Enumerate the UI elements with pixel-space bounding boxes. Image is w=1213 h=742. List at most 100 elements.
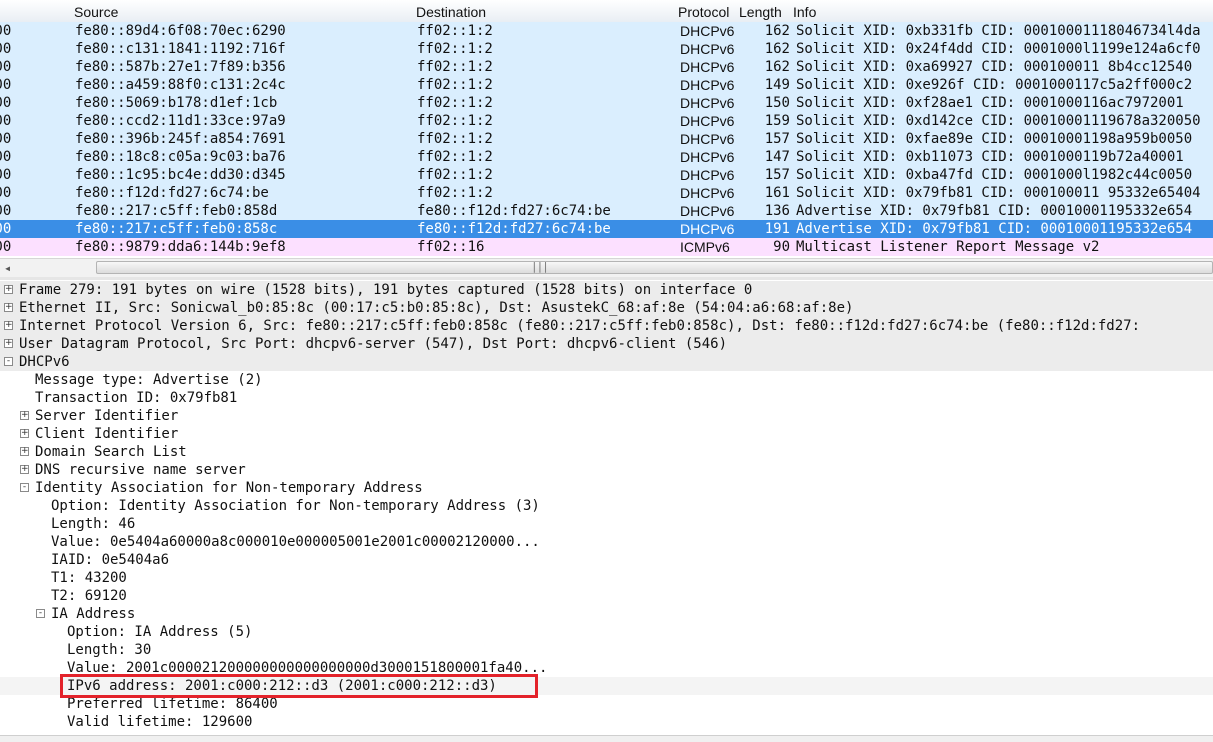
packet-source: fe80::18c8:c05a:9c03:ba76	[75, 149, 286, 165]
packet-number: 000	[0, 77, 12, 93]
detail-line[interactable]: + DNS recursive name server	[0, 461, 1213, 479]
packet-source: fe80::f12d:fd27:6c74:be	[75, 185, 269, 201]
detail-line[interactable]: Transaction ID: 0x79fb81	[0, 389, 1213, 407]
detail-line[interactable]: + Internet Protocol Version 6, Src: fe80:…	[0, 317, 1213, 335]
detail-line[interactable]: Value: 0e5404a60000a8c000010e000005001e2…	[0, 533, 1213, 551]
detail-line[interactable]: Option: Identity Association for Non-tem…	[0, 497, 1213, 515]
detail-text: User Datagram Protocol, Src Port: dhcpv6…	[19, 336, 728, 352]
packet-destination: ff02::1:2	[417, 41, 493, 57]
collapse-icon[interactable]: -	[36, 609, 45, 618]
packet-destination: fe80::f12d:fd27:6c74:be	[417, 203, 611, 219]
detail-line[interactable]: Valid lifetime: 129600	[0, 713, 1213, 731]
collapse-icon[interactable]: -	[4, 357, 13, 366]
detail-line[interactable]: + Server Identifier	[0, 407, 1213, 425]
detail-line[interactable]: Message type: Advertise (2)	[0, 371, 1213, 389]
packet-details-pane[interactable]: + Frame 279: 191 bytes on wire (1528 bits…	[0, 280, 1213, 735]
packet-row[interactable]: 000 fe80::f12d:fd27:6c74:be ff02::1:2 DHCPv…	[0, 184, 1213, 202]
column-destination-header[interactable]: Destination	[416, 4, 486, 20]
detail-line[interactable]: - Identity Association for Non-temporary …	[0, 479, 1213, 497]
detail-text: Domain Search List	[35, 444, 187, 460]
packet-number: 000	[0, 185, 12, 201]
packet-number: 000	[0, 203, 12, 219]
detail-text: IA Address	[51, 606, 136, 622]
packet-protocol: DHCPv6	[680, 59, 735, 75]
detail-text: Option: Identity Association for Non-tem…	[51, 498, 540, 514]
packet-rows: 000fe80::89d4:6f08:70ec:6290ff02::1:2DHC…	[0, 22, 1213, 256]
packet-row[interactable]: 000 fe80::587b:27e1:7f89:b356 ff02::1:2 DHC…	[0, 58, 1213, 76]
expand-icon[interactable]: +	[20, 465, 29, 474]
packet-info: Solicit XID: 0x24f4dd CID: 0001000l1199e…	[796, 41, 1201, 57]
packet-row[interactable]: 000 fe80::89d4:6f08:70ec:6290 ff02::1:2 DHC…	[0, 22, 1213, 40]
detail-line[interactable]: Length: 30	[0, 641, 1213, 659]
collapse-icon[interactable]: -	[20, 483, 29, 492]
detail-line[interactable]: T2: 69120	[0, 587, 1213, 605]
scroll-left-arrow-icon[interactable]: ◂	[4, 261, 11, 275]
packet-info: Solicit XID: 0xa69927 CID: 000100011 8b4…	[796, 59, 1193, 75]
detail-line[interactable]: - IA Address	[0, 605, 1213, 623]
packet-protocol: DHCPv6	[680, 185, 735, 201]
detail-text: T1: 43200	[51, 570, 127, 586]
expand-icon[interactable]: +	[4, 321, 13, 330]
detail-text: Valid lifetime: 129600	[67, 714, 253, 730]
packet-row[interactable]: 000 fe80::a459:88f0:c131:2c4c ff02::1:2 DHC…	[0, 76, 1213, 94]
packet-source: fe80::9879:dda6:144b:9ef8	[75, 239, 286, 255]
expand-icon[interactable]: +	[4, 303, 13, 312]
packet-row[interactable]: 000 fe80::5069:b178:d1ef:1cb ff02::1:2 DHCP…	[0, 94, 1213, 112]
detail-line[interactable]: + User Datagram Protocol, Src Port: dhcpv…	[0, 335, 1213, 353]
packet-info: Multicast Listener Report Message v2	[796, 239, 1100, 255]
expand-icon[interactable]: +	[20, 447, 29, 456]
column-source-header[interactable]: Source	[74, 4, 118, 20]
packet-info: Advertise XID: 0x79fb81 CID: 00010001195…	[796, 203, 1193, 219]
packet-destination: ff02::1:2	[417, 59, 493, 75]
packet-source: fe80::587b:27e1:7f89:b356	[75, 59, 286, 75]
packet-row-selected[interactable]: 000 fe80::217:c5ff:feb0:858c fe80::f12d:fd…	[0, 220, 1213, 238]
detail-line[interactable]: + Ethernet II, Src: Sonicwal_b0:85:8c (00…	[0, 299, 1213, 317]
packet-protocol: DHCPv6	[680, 23, 735, 39]
expand-icon[interactable]: +	[4, 339, 13, 348]
expand-icon[interactable]: +	[20, 411, 29, 420]
packet-list-hscrollbar[interactable]: ◂ |||	[0, 258, 1213, 278]
column-info-header[interactable]: Info	[793, 4, 816, 20]
packet-length: 191	[764, 221, 790, 237]
packet-row[interactable]: 000 fe80::9879:dda6:144b:9ef8 ff02::16 ICMP…	[0, 238, 1213, 256]
packet-row[interactable]: 000 fe80::18c8:c05a:9c03:ba76 ff02::1:2 DHC…	[0, 148, 1213, 166]
scrollbar-thumb[interactable]: |||	[96, 260, 1213, 274]
detail-text: Identity Association for Non-temporary A…	[35, 480, 423, 496]
detail-line[interactable]: Option: IA Address (5)	[0, 623, 1213, 641]
detail-line[interactable]: + Client Identifier	[0, 425, 1213, 443]
packet-length: 161	[764, 185, 790, 201]
packet-number: 000	[0, 41, 12, 57]
packet-source: fe80::5069:b178:d1ef:1cb	[75, 95, 278, 111]
detail-line[interactable]: IAID: 0e5404a6	[0, 551, 1213, 569]
packet-info: Solicit XID: 0xb11073 CID: 0001000119b72…	[796, 149, 1184, 165]
expand-icon[interactable]: +	[4, 285, 13, 294]
detail-line[interactable]: + Frame 279: 191 bytes on wire (1528 bits…	[0, 281, 1213, 299]
column-length-header[interactable]: Length	[739, 4, 782, 20]
packet-length: 162	[764, 59, 790, 75]
packet-protocol: DHCPv6	[680, 95, 735, 111]
packet-row[interactable]: 000 fe80::1c95:bc4e:dd30:d345 ff02::1:2 DHC…	[0, 166, 1213, 184]
packet-number: 000	[0, 23, 12, 39]
packet-destination: ff02::1:2	[417, 131, 493, 147]
packet-protocol: DHCPv6	[680, 149, 735, 165]
expand-icon[interactable]: +	[20, 429, 29, 438]
detail-text: Client Identifier	[35, 426, 179, 442]
packet-destination: ff02::1:2	[417, 167, 493, 183]
packet-row[interactable]: 000 fe80::ccd2:11d1:33ce:97a9 ff02::1:2 DHC…	[0, 112, 1213, 130]
detail-line[interactable]: + Domain Search List	[0, 443, 1213, 461]
detail-line[interactable]: T1: 43200	[0, 569, 1213, 587]
packet-destination: fe80::f12d:fd27:6c74:be	[417, 221, 611, 237]
packet-protocol: DHCPv6	[680, 77, 735, 93]
column-protocol-header[interactable]: Protocol	[678, 4, 729, 20]
packet-row[interactable]: 000 fe80::c131:1841:1192:716f ff02::1:2 DHC…	[0, 40, 1213, 58]
detail-line[interactable]: Length: 46	[0, 515, 1213, 533]
packet-destination: ff02::1:2	[417, 185, 493, 201]
packet-destination: ff02::1:2	[417, 149, 493, 165]
packet-source: fe80::ccd2:11d1:33ce:97a9	[75, 113, 286, 129]
detail-line[interactable]: - DHCPv6	[0, 353, 1213, 371]
packet-length: 150	[764, 95, 790, 111]
packet-row[interactable]: 000 fe80::396b:245f:a854:7691 ff02::1:2 DHC…	[0, 130, 1213, 148]
packet-row[interactable]: 000 fe80::217:c5ff:feb0:858d fe80::f12d:fd…	[0, 202, 1213, 220]
packet-number: 000	[0, 221, 12, 237]
packet-list-pane[interactable]: Source Destination Protocol Length Info …	[0, 0, 1213, 260]
